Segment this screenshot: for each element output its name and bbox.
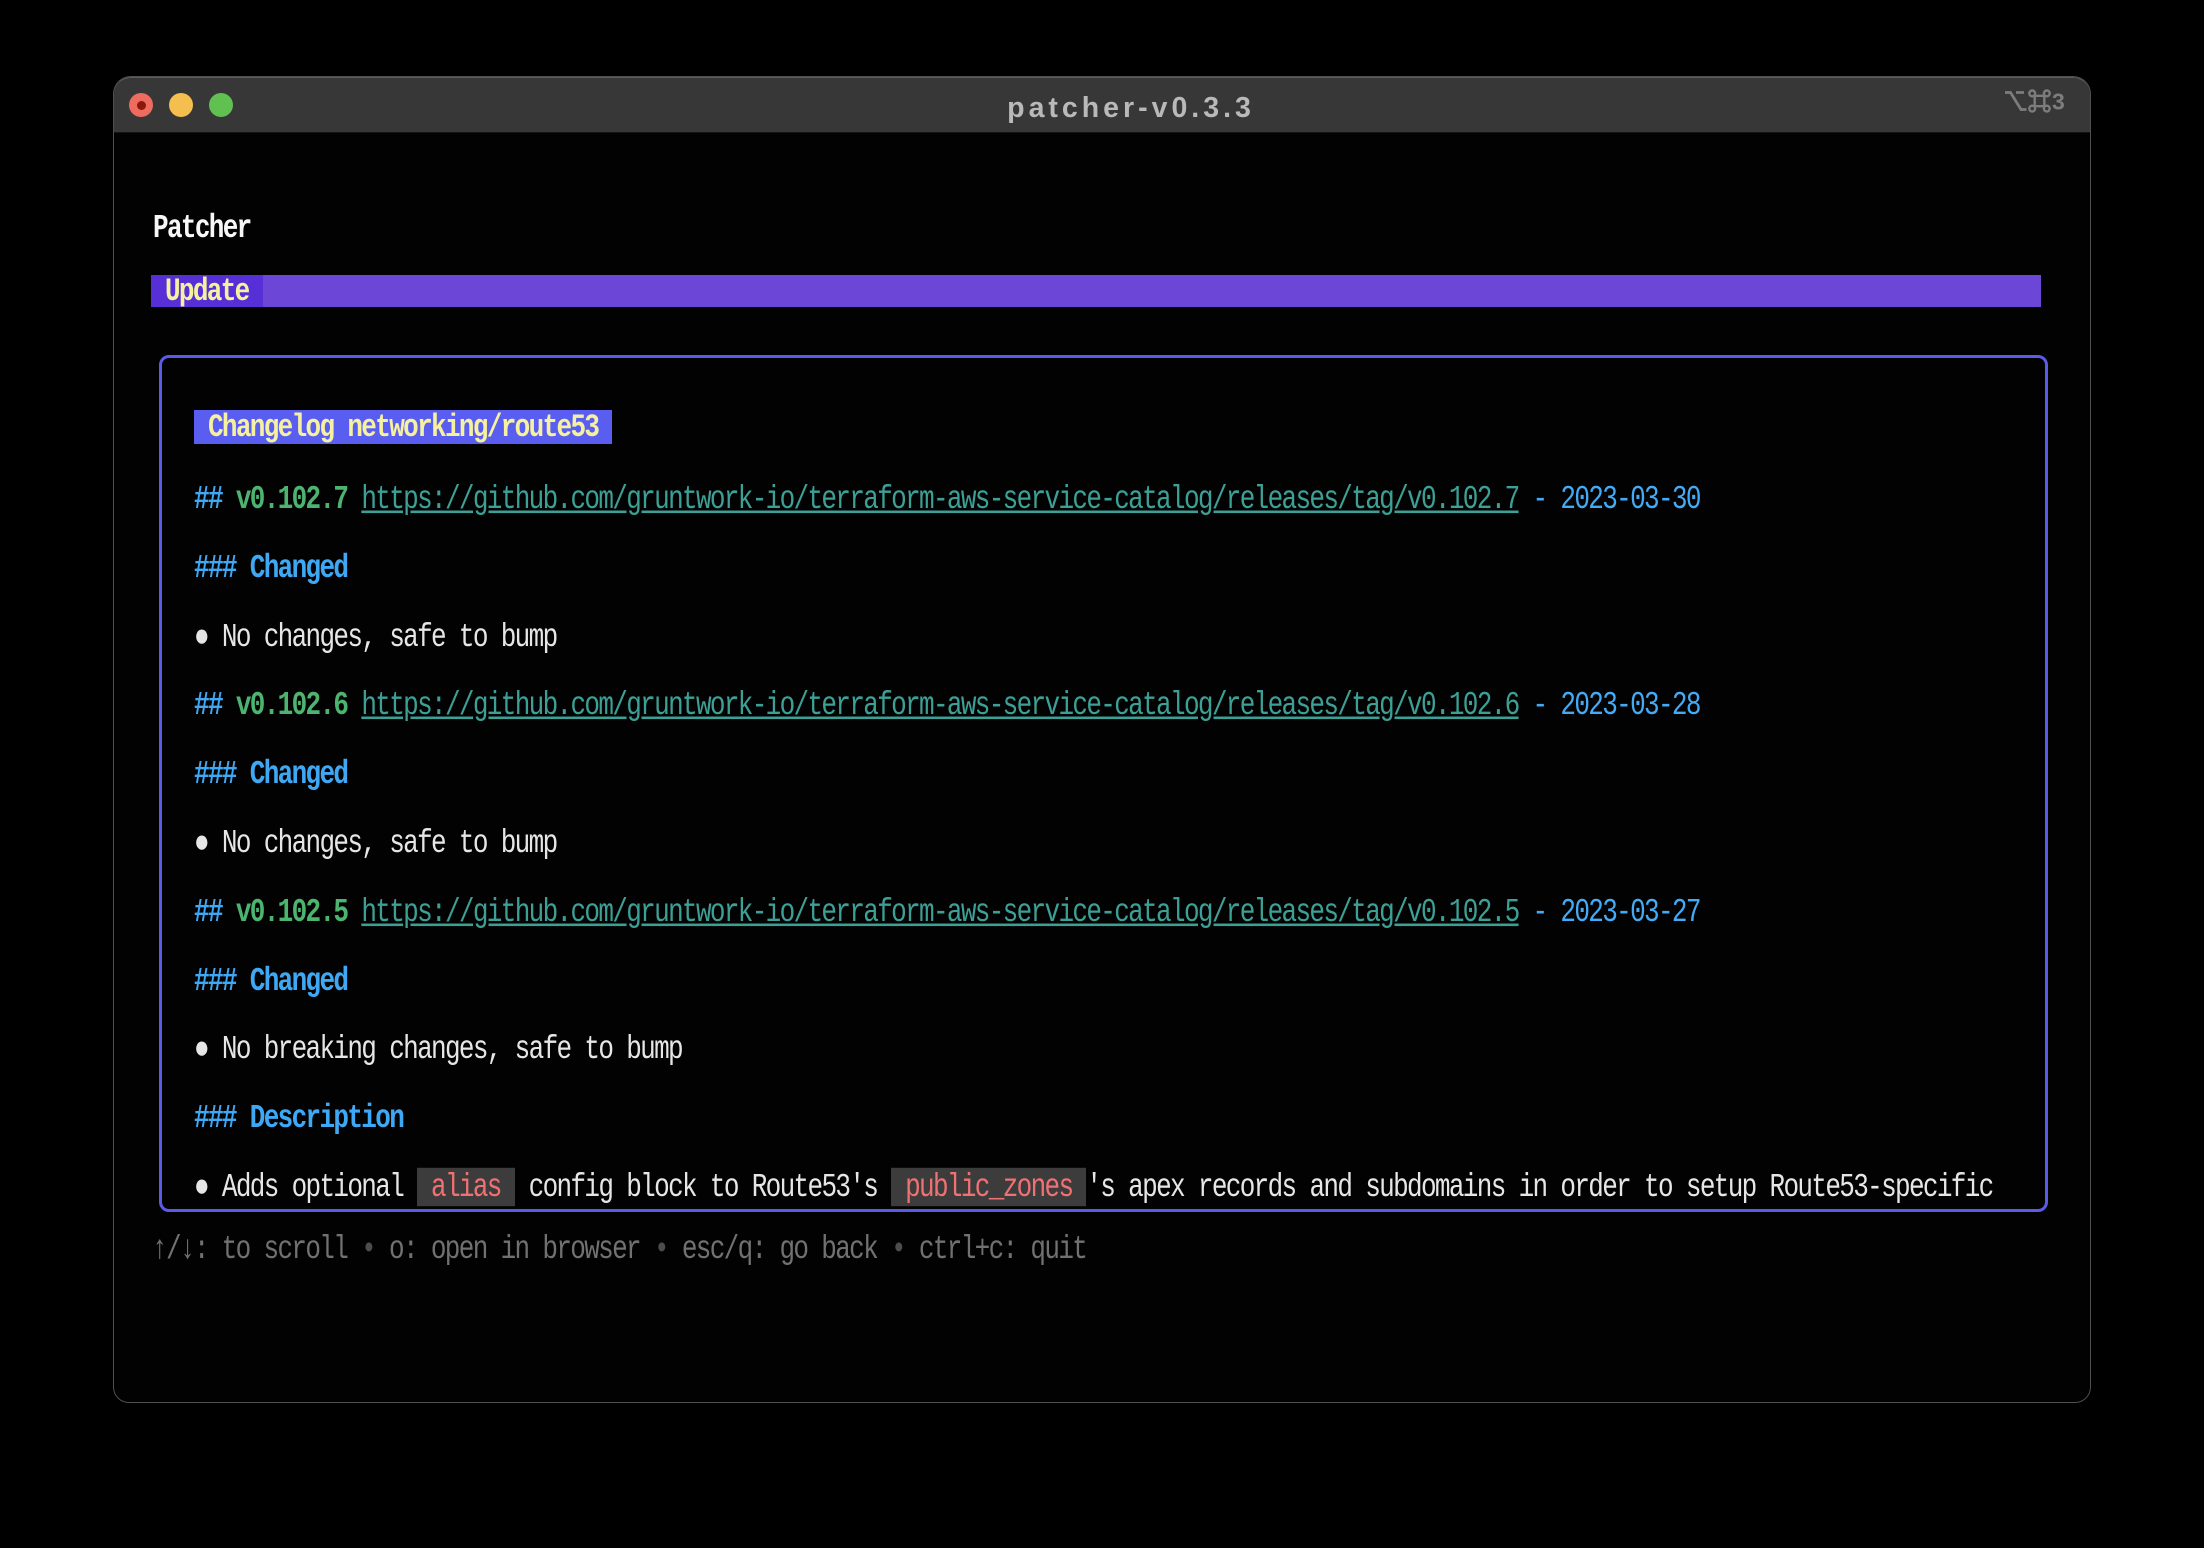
svg-text:3: 3 — [2052, 89, 2065, 113]
